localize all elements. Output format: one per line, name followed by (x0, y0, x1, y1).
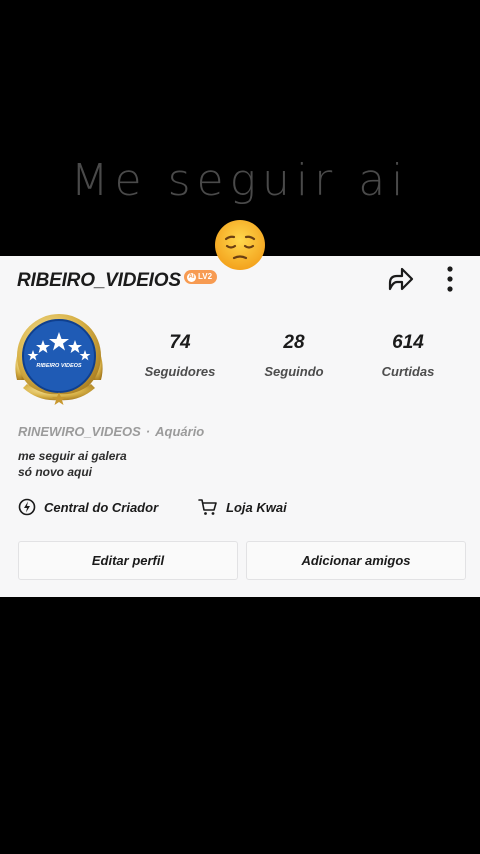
followers-count: 74 (169, 332, 191, 353)
likes-label: Curtidas (381, 364, 435, 379)
overlay-caption: Me seguir ai (70, 155, 410, 206)
kwai-store-label: Loja Kwai (226, 499, 287, 515)
stat-following[interactable]: 28 Seguindo (249, 332, 339, 379)
badge-level: LV2 (198, 272, 213, 281)
level-badge: Ai LV2 (184, 270, 218, 284)
bio-line: só novo aqui (18, 465, 93, 479)
kwai-store-link[interactable]: Loja Kwai (198, 498, 287, 516)
cart-icon (198, 499, 217, 515)
separator: · (145, 424, 151, 439)
stat-followers[interactable]: 74 Seguidores (135, 332, 225, 379)
following-label: Seguindo (264, 364, 324, 379)
followers-label: Seguidores (144, 364, 216, 379)
lightning-icon (18, 498, 36, 516)
following-count: 28 (283, 332, 305, 353)
badge-prefix: Ai (187, 272, 196, 282)
zodiac-sign: Aquário (155, 424, 205, 439)
creator-center-link[interactable]: Central do Criador (18, 498, 158, 516)
add-friends-button[interactable]: Adicionar amigos (246, 541, 466, 580)
avatar-text: RIBEIRO VIDEOS (36, 363, 82, 369)
share-icon[interactable] (384, 263, 416, 295)
more-vertical-icon[interactable] (438, 264, 462, 294)
profile-handle: RINEWIRO_VIDEOS (18, 424, 141, 439)
profile-card: RIBEIRO_VIDEIOS Ai LV2 RIBEIRO VIDEOS 74… (0, 256, 480, 597)
profile-username: RIBEIRO_VIDEIOS (17, 270, 181, 291)
profile-bio: me seguir ai galera só novo aqui (18, 448, 127, 480)
avatar[interactable]: RIBEIRO VIDEOS (9, 310, 109, 410)
creator-center-label: Central do Criador (44, 499, 159, 515)
stat-likes[interactable]: 614 Curtidas (363, 332, 453, 379)
likes-count: 614 (392, 332, 424, 353)
handle-line: RINEWIRO_VIDEOS · Aquário (18, 424, 204, 439)
bio-line: me seguir ai galera (18, 449, 127, 463)
edit-profile-button[interactable]: Editar perfil (18, 541, 238, 580)
sad-face-emoji (215, 220, 265, 270)
